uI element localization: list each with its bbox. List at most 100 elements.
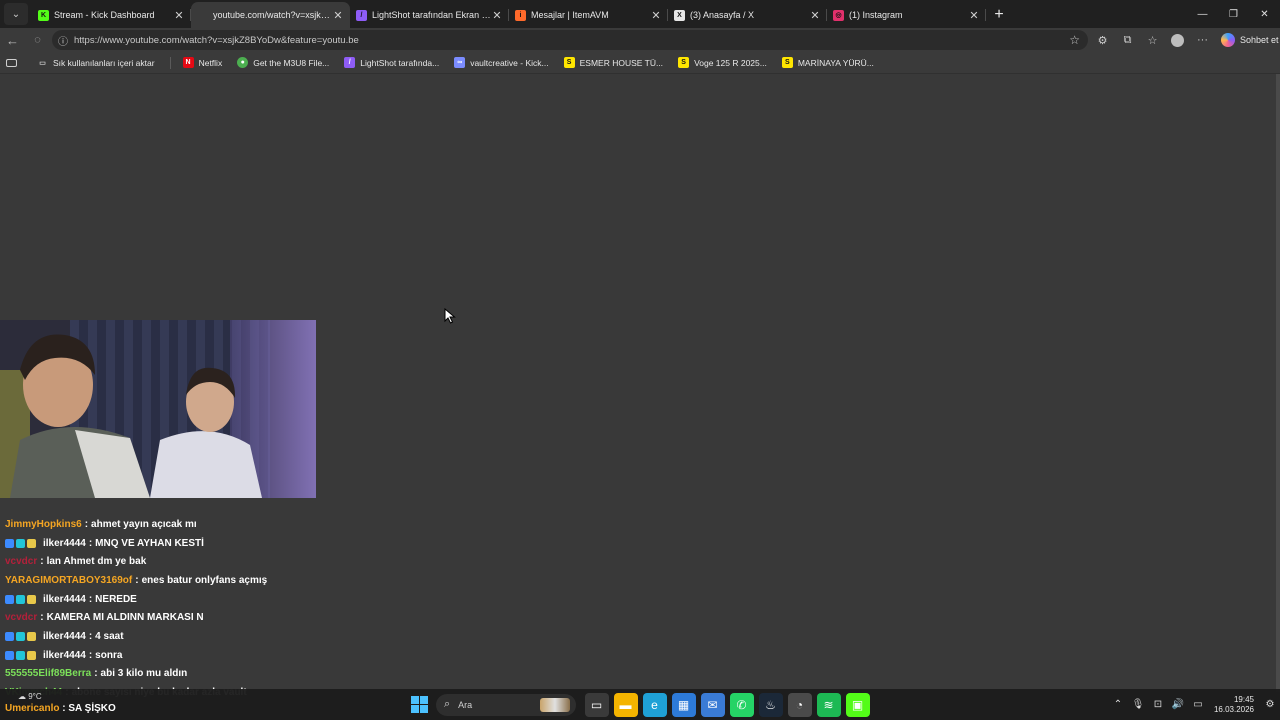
whatsapp-icon[interactable]: ✆ — [729, 692, 754, 717]
chat-username: YARAGIMORTABOY3169of — [5, 574, 133, 586]
close-tab-icon[interactable]: ✕ — [173, 9, 185, 22]
chat-colon: : — [84, 518, 89, 530]
battery-icon[interactable]: ▭ — [1188, 699, 1208, 710]
back-button[interactable]: ← — [0, 29, 25, 51]
chevron-down-icon: ⌄ — [11, 8, 21, 20]
bookmark-item[interactable]: N Netflix — [182, 57, 222, 68]
volume-icon[interactable]: 🔊 — [1168, 699, 1188, 710]
scrollbar[interactable] — [1276, 74, 1280, 692]
taskbar-search[interactable]: ⌕ Ara — [436, 693, 576, 716]
tab-4[interactable]: X (3) Anasayfa / X ✕ — [668, 2, 827, 28]
tab-5[interactable]: ◎ (1) Instagram ✕ — [827, 2, 986, 28]
search-highlight-image — [540, 697, 570, 712]
bookmark-label: ESMER HOUSE TÜ... — [579, 57, 664, 68]
task-view-icon[interactable]: ▭ — [584, 692, 609, 717]
mail-icon[interactable]: ✉ — [700, 692, 725, 717]
bookmark-item[interactable]: / LightShot tarafında... — [344, 57, 439, 68]
bookmark-item[interactable]: S ESMER HOUSE TÜ... — [563, 57, 664, 68]
tab-actions-menu-button[interactable]: ⌄ — [4, 3, 28, 25]
screen: ⌄ K Stream - Kick Dashboard ✕ youtube.com/w… — [0, 0, 1280, 720]
chat-message: vcvdcr: KAMERA MI ALDINN MARKASI N — [5, 608, 425, 627]
bookmark-icon: N — [182, 57, 194, 68]
chat-colon: : — [40, 612, 44, 624]
steam-icon[interactable]: ♨ — [758, 692, 783, 717]
discord-like-icon[interactable]: ◔ — [787, 692, 812, 717]
chat-message: YARAGIMORTABOY3169of: enes batur onlyfans… — [5, 571, 425, 590]
bookmark-item[interactable]: ▭ Sık kullanılanları içeri aktar — [37, 57, 155, 68]
close-tab-icon[interactable]: ✕ — [809, 9, 821, 22]
chat-username: Umericanlo — [5, 703, 60, 714]
close-tab-icon[interactable]: ✕ — [491, 9, 503, 22]
clock-time: 19:45 — [1233, 694, 1254, 704]
chat-overlay-last-line: Umericanlo : SA ŞİŞKO — [5, 703, 116, 714]
stop-loading-button[interactable]: ◌ — [25, 29, 50, 51]
badge-icon — [16, 650, 25, 660]
site-info-icon[interactable]: ⓘ — [58, 33, 68, 48]
new-tab-button[interactable]: + — [986, 2, 1012, 28]
split-screen-icon[interactable]: ⧉ — [1115, 29, 1140, 51]
file-explorer-icon[interactable]: ▬ — [613, 692, 638, 717]
store-icon[interactable]: ▦ — [671, 692, 696, 717]
chat-colon: : — [94, 668, 98, 680]
bookmark-icon: S — [781, 57, 793, 68]
bookmark-label: Sık kullanılanları içeri aktar — [53, 57, 155, 68]
microphone-icon[interactable]: 🎙 — [1128, 699, 1148, 710]
profile-button[interactable] — [1165, 29, 1190, 51]
close-window-icon[interactable]: ✕ — [1249, 0, 1280, 28]
user-badges — [5, 538, 38, 548]
favorites-icon[interactable]: ☆ — [1140, 29, 1165, 51]
close-tab-icon[interactable]: ✕ — [332, 9, 344, 22]
bookmark-item[interactable]: S Voge 125 R 2025... — [678, 57, 767, 68]
bookmark-label: LightShot tarafında... — [360, 57, 440, 68]
weather-widget[interactable]: ☁ 9°C — [18, 692, 42, 701]
chat-text: sonra — [95, 649, 123, 661]
tab-1[interactable]: youtube.com/watch?v=xsjkZ8BYoDw✕ — [191, 2, 350, 28]
copilot-button[interactable]: Sohbet et — [1221, 33, 1279, 47]
kick-app-icon[interactable]: ▣ — [845, 692, 870, 717]
tab-title: (3) Anasayfa / X — [690, 10, 755, 20]
bookmark-item[interactable]: ∞ vaultcreative - Kick... — [454, 57, 549, 68]
start-button[interactable] — [408, 694, 430, 716]
chat-message: 555555Elif89Berra: abi 3 kilo mu aldın — [5, 665, 425, 684]
edge-icon[interactable]: e — [642, 692, 667, 717]
chevron-up-icon[interactable]: ⌃ — [1108, 699, 1128, 710]
badge-icon — [16, 594, 25, 604]
sidebar-toggle-icon[interactable] — [6, 58, 22, 67]
spotify-icon[interactable]: ≋ — [816, 692, 841, 717]
favorite-star-icon[interactable]: ☆ — [1069, 33, 1080, 47]
badge-icon — [27, 594, 36, 604]
badge-icon — [5, 650, 14, 660]
badge-icon — [16, 631, 25, 641]
tab-favicon-icon: X — [674, 9, 685, 21]
badge-icon — [5, 538, 14, 548]
chat-username: vcvdcr — [5, 556, 38, 568]
webcam-overlay — [0, 320, 316, 498]
bookmark-item[interactable]: S MARİNAYA YÜRÜ... — [781, 57, 874, 68]
chat-username: 555555Elif89Berra — [5, 668, 92, 680]
address-bar[interactable]: ⓘ https://www.youtube.com/watch?v=xsjkZ8… — [52, 30, 1088, 50]
clock-date: 16.03.2026 — [1213, 704, 1254, 714]
close-tab-icon[interactable]: ✕ — [650, 9, 662, 22]
minimize-icon[interactable]: — — [1187, 0, 1218, 28]
tab-2[interactable]: / LightShot tarafından Ekran Görüntüsü✕ — [350, 2, 509, 28]
tab-0[interactable]: K Stream - Kick Dashboard ✕ — [32, 2, 191, 28]
close-tab-icon[interactable]: ✕ — [968, 9, 980, 22]
extensions-icon[interactable]: ⚙ — [1090, 29, 1115, 51]
more-menu-icon[interactable]: ··· — [1190, 29, 1215, 51]
copilot-label: Sohbet et — [1240, 35, 1279, 45]
taskbar-apps: ⌕ Ara ▭ ▬ e ▦ ✉ ✆ ♨ ◔ ≋ ▣ — [408, 689, 872, 720]
bookmark-item[interactable]: ● Get the M3U8 File... — [237, 57, 329, 68]
bookmark-label: Get the M3U8 File... — [253, 57, 330, 68]
restore-icon[interactable]: ❐ — [1218, 0, 1249, 28]
chat-message: JimmyHopkins6: ahmet yayın açıcak mı — [5, 515, 425, 534]
network-icon[interactable]: ⊡ — [1148, 699, 1168, 710]
chat-message: vcvdcr: lan Ahmet dm ye bak — [5, 552, 425, 571]
tab-3[interactable]: i Mesajlar | ItemAVM ✕ — [509, 2, 668, 28]
badge-icon — [27, 538, 36, 548]
clock[interactable]: 19:45 16.03.2026 — [1214, 695, 1254, 715]
chat-message: ilker4444:4 saat — [5, 627, 425, 646]
window-controls: — ❐ ✕ — [1187, 0, 1280, 28]
chat-text: lan Ahmet dm ye bak — [46, 556, 147, 568]
bookmark-icon: ● — [237, 57, 249, 68]
notifications-icon[interactable]: ⚙ — [1260, 699, 1280, 710]
